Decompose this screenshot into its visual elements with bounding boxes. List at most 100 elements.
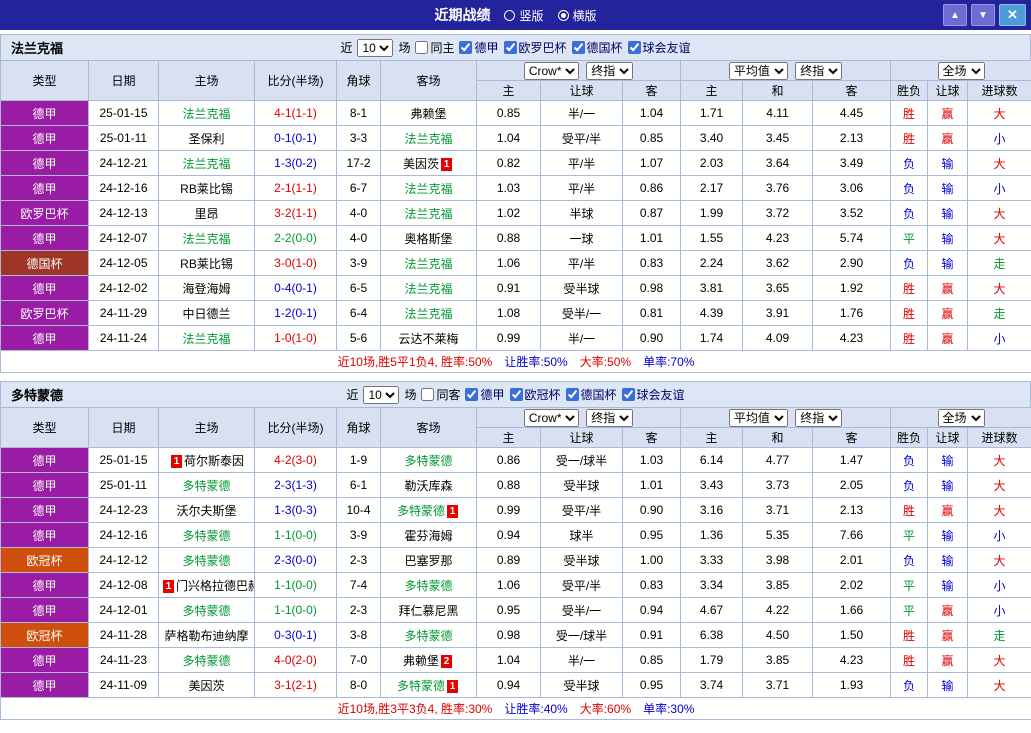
result-handicap: 赢: [927, 497, 969, 523]
league-checkbox-2[interactable]: [509, 388, 523, 401]
away-team: 多特蒙德: [380, 447, 477, 473]
league-checkbox-1[interactable]: [459, 41, 473, 54]
league-filter-2[interactable]: 欧罗巴杯: [503, 39, 567, 56]
corner-score: 7-0: [336, 647, 381, 673]
result-goals: 大: [967, 447, 1031, 473]
avg-home: 1.99: [680, 200, 744, 226]
odds-home: 1.03: [476, 175, 541, 201]
scope-select[interactable]: 全场: [937, 408, 985, 427]
avg-draw: 3.45: [742, 125, 814, 151]
scope-select[interactable]: 全场: [937, 61, 985, 80]
match-date: 24-12-05: [88, 250, 159, 276]
league-checkbox-2[interactable]: [503, 41, 517, 54]
corner-score: 3-3: [336, 125, 381, 151]
odds-away: 0.83: [621, 572, 682, 598]
league-filter-label: 德甲: [480, 388, 505, 402]
match-date: 24-11-09: [88, 672, 159, 698]
summary-segment: 让胜率:50%: [504, 355, 568, 369]
close-button[interactable]: ✕: [999, 4, 1026, 26]
avg-draw: 5.35: [742, 522, 814, 548]
away-team: 法兰克福: [380, 275, 477, 301]
avg-home: 1.79: [680, 647, 744, 673]
league-checkbox-1[interactable]: [465, 388, 479, 401]
league-type-badge: 德甲: [0, 100, 89, 126]
same-venue-checkbox[interactable]: [421, 388, 435, 401]
league-type-badge: 德甲: [0, 325, 89, 351]
league-type-badge: 欧冠杯: [0, 547, 89, 573]
avg-draw: 3.98: [742, 547, 814, 573]
layout-horizontal-radio[interactable]: 横版: [557, 7, 597, 24]
average-select[interactable]: 平均值: [728, 408, 788, 427]
league-type-badge: 德甲: [0, 125, 89, 151]
result-goals: 小: [967, 125, 1031, 151]
league-filter-4[interactable]: 球会友谊: [621, 386, 685, 403]
odds-home: 0.94: [476, 672, 541, 698]
odds-stage-select[interactable]: 终指: [586, 61, 634, 80]
league-type-badge: 欧冠杯: [0, 622, 89, 648]
col-odds-home: 主: [476, 427, 541, 448]
team-name: 沃尔夫斯堡: [176, 503, 237, 518]
odds-stage-select[interactable]: 终指: [586, 408, 634, 427]
layout-vertical-radio[interactable]: 竖版: [504, 7, 544, 24]
same-venue-filter[interactable]: 同主: [415, 39, 454, 56]
team-name: 萨格勒布迪纳摩: [164, 628, 249, 643]
league-checkbox-4[interactable]: [621, 388, 635, 401]
match-row: 德甲 24-12-08 1 门兴格拉德巴赫 1-1(0-0) 7-4 多特蒙德 1.06 受平/…: [0, 572, 1031, 598]
result-winlose: 负: [890, 472, 929, 498]
score: 4-0(2-0): [254, 647, 337, 673]
same-venue-filter[interactable]: 同客: [421, 386, 460, 403]
result-winlose: 胜: [890, 125, 929, 151]
league-filter-1[interactable]: 德甲: [465, 386, 505, 403]
same-venue-checkbox[interactable]: [415, 41, 429, 54]
avg-away: 1.76: [812, 300, 892, 326]
score: 1-3(0-2): [254, 150, 337, 176]
score: 3-2(1-1): [254, 200, 337, 226]
league-filter-3[interactable]: 德国杯: [571, 39, 623, 56]
team-name: RB莱比锡: [180, 181, 233, 196]
home-team: 多特蒙德: [158, 547, 255, 573]
team-name: 法兰克福: [404, 206, 453, 221]
score: 2-2(0-0): [254, 225, 337, 251]
league-checkbox-3[interactable]: [565, 388, 579, 401]
bookmaker-select[interactable]: Crow*: [523, 408, 579, 427]
col-avg-away: 客: [812, 80, 892, 101]
col-corner: 角球: [336, 60, 381, 101]
home-team: RB莱比锡: [158, 175, 255, 201]
result-winlose: 平: [890, 225, 929, 251]
team-name: 美因茨: [188, 678, 225, 693]
red-card-badge: 1: [441, 157, 452, 171]
radio-unselected-icon: [504, 9, 516, 21]
move-down-button[interactable]: ▼: [971, 4, 995, 26]
summary-segment: 让胜率:40%: [504, 702, 568, 716]
match-count-select[interactable]: 10: [363, 385, 400, 404]
team-name: 多特蒙德: [182, 553, 231, 568]
move-up-button[interactable]: ▲: [943, 4, 967, 26]
league-filter-2[interactable]: 欧冠杯: [509, 386, 561, 403]
league-filter-1[interactable]: 德甲: [459, 39, 499, 56]
league-checkbox-4[interactable]: [627, 41, 641, 54]
odds-away: 0.85: [621, 125, 682, 151]
league-checkbox-3[interactable]: [571, 41, 585, 54]
odds-home: 0.91: [476, 275, 541, 301]
match-count-select[interactable]: 10: [357, 38, 394, 57]
avg-away: 2.05: [812, 472, 892, 498]
team-name: 多特蒙德: [404, 453, 453, 468]
same-venue-label: 同客: [436, 388, 461, 402]
home-team: 圣保利: [158, 125, 255, 151]
team-name: 多特蒙德: [396, 503, 445, 518]
result-handicap: 赢: [927, 597, 969, 623]
avg-stage-select[interactable]: 终指: [795, 408, 843, 427]
league-filter-4[interactable]: 球会友谊: [627, 39, 691, 56]
league-filter-3[interactable]: 德国杯: [565, 386, 617, 403]
corner-score: 4-0: [336, 200, 381, 226]
home-team: 海登海姆: [158, 275, 255, 301]
avg-home: 1.55: [680, 225, 744, 251]
avg-stage-select[interactable]: 终指: [795, 61, 843, 80]
odds-away: 0.81: [621, 300, 682, 326]
average-select[interactable]: 平均值: [728, 61, 788, 80]
bookmaker-select[interactable]: Crow*: [523, 61, 579, 80]
team-name: 霍芬海姆: [404, 528, 453, 543]
league-type-badge: 德甲: [0, 597, 89, 623]
odds-handicap: 受半/一: [540, 597, 623, 623]
team-section-dortmund: 多特蒙德 近 10 场 同客 德甲 欧冠杯 德国杯 球会友谊 类型 日期 主场: [0, 381, 1031, 720]
